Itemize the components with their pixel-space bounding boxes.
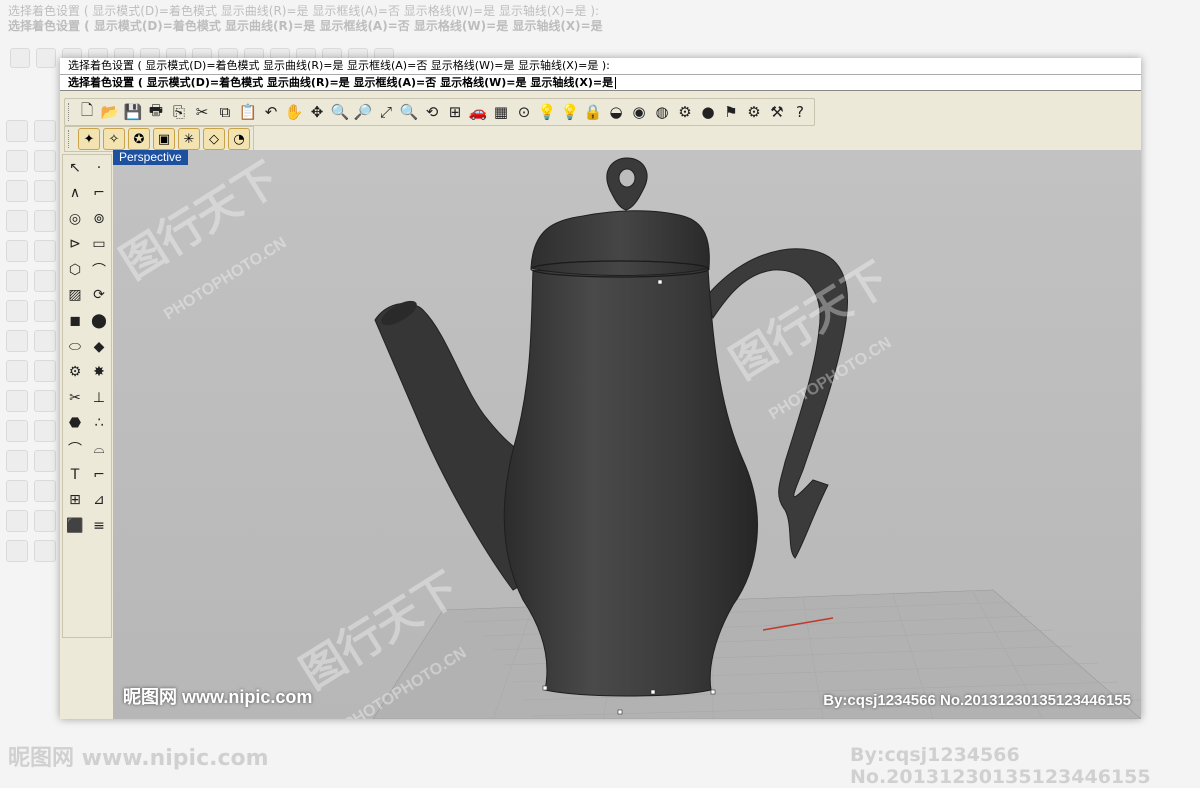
ghost-sidebar-right (34, 120, 56, 562)
solid-edit-icon[interactable]: ⬣ (63, 411, 87, 436)
command-history: 选择着色设置 ( 显示模式(D)=着色模式 显示曲线(R)=是 显示框线(A)=… (60, 58, 1141, 74)
lock-icon[interactable]: 🔒 (582, 101, 604, 123)
box-icon[interactable]: ◼ (63, 309, 87, 334)
select-arrow-icon[interactable]: ↖ (63, 155, 87, 180)
osnap-point-icon[interactable]: ✪ (128, 128, 150, 150)
render-box-icon[interactable]: ⬛ (63, 513, 87, 538)
rectangle-icon[interactable]: ▭ (87, 232, 111, 257)
chamfer-icon[interactable]: ⌓ (87, 437, 111, 462)
material-icon[interactable]: ◒ (605, 101, 627, 123)
ghost-watermark-by: By:cqsj1234566 No.20131230135123446155 (850, 744, 1151, 788)
ghost-watermark-site: 昵图网 www.nipic.com (8, 746, 269, 771)
watermark-author: By:cqsj1234566 No.20131230135123446155 (823, 692, 1131, 709)
rhino-window: 选择着色设置 ( 显示模式(D)=着色模式 显示曲线(R)=是 显示框线(A)=… (60, 58, 1141, 719)
undo-icon[interactable]: ↶ (260, 101, 282, 123)
osnap-toolbar: ✦ ✧ ✪ ▣ ✳ ◇ ◔ (64, 126, 254, 152)
tools-icon[interactable]: ⚒ (766, 101, 788, 123)
osnap-cube-icon[interactable]: ▣ (153, 128, 175, 150)
print-icon[interactable]: 🖶 (145, 101, 167, 123)
open-icon[interactable]: 📂 (99, 101, 121, 123)
flag-icon[interactable]: ⚑ (720, 101, 742, 123)
copy-icon[interactable]: ⧉ (214, 101, 236, 123)
osnap-near-icon[interactable]: ✧ (103, 128, 125, 150)
osnap-end-icon[interactable]: ✦ (78, 128, 100, 150)
zoom-selected-icon[interactable]: 🔍 (398, 101, 420, 123)
text-caret (615, 77, 617, 89)
teapot-lid (530, 210, 710, 276)
render-preview-icon[interactable]: ⚙ (674, 101, 696, 123)
viewport-title[interactable]: Perspective (113, 150, 188, 165)
cut-icon[interactable]: ✂ (191, 101, 213, 123)
pan-hand-icon[interactable]: ✋ (283, 101, 305, 123)
undo-view-icon[interactable]: ⟲ (421, 101, 443, 123)
save-icon[interactable]: 💾 (122, 101, 144, 123)
four-viewports-icon[interactable]: ⊞ (444, 101, 466, 123)
sphere-wire-icon[interactable]: ◍ (651, 101, 673, 123)
text-icon[interactable]: T (63, 462, 87, 487)
cylinder-icon[interactable]: ⬭ (63, 334, 87, 359)
lightbulb-icon[interactable]: 💡 (559, 101, 581, 123)
hatch-icon[interactable]: ≡ (87, 513, 111, 538)
move-view-icon[interactable]: ✥ (306, 101, 328, 123)
brand-watermark-cn: 图行天下 (113, 154, 288, 289)
array-icon[interactable]: ⊞ (63, 488, 87, 513)
import-icon[interactable]: ⎘ (168, 101, 190, 123)
circle-icon[interactable]: ◎ (63, 206, 87, 231)
car-icon[interactable]: 🚗 (467, 101, 489, 123)
help-icon[interactable]: ? (789, 101, 811, 123)
paste-icon[interactable]: 📋 (237, 101, 259, 123)
render-sphere-icon[interactable]: ● (697, 101, 719, 123)
gears-icon[interactable]: ⚙ (743, 101, 765, 123)
dimension-icon[interactable]: ⌐ (87, 462, 111, 487)
curve-icon[interactable]: ⊳ (63, 232, 87, 257)
grid-icon[interactable]: ▦ (490, 101, 512, 123)
watermark-site: 昵图网 www.nipic.com (123, 687, 313, 707)
points-group-icon[interactable]: ∴ (87, 411, 111, 436)
trim-icon[interactable]: ✂ (63, 385, 87, 410)
new-icon[interactable]: 🗋 (76, 101, 98, 123)
osnap-star-icon[interactable]: ✳ (178, 128, 200, 150)
command-prompt-text: 选择着色设置 ( 显示模式(D)=着色模式 显示曲线(R)=是 显示框线(A)=… (68, 76, 614, 89)
fillet-icon[interactable]: ⌒ (63, 437, 87, 462)
viewport-scene: 图行天下 PHOTOPHOTO.CN 图行天下 PHOTOPHOTO.CN 图行… (113, 154, 1141, 719)
main-sidebar-toolbar: ↖ · ∧ ⌐ ◎ ⊚ ⊳ ▭ ⬡ ⌒ ▨ ⟳ ◼ ⬤ ⬭ ◆ ⚙ ✸ ✂ ⊥ ⬣ ∴ ⌒ ⌓ T ⌐ ⊞ ⊿ ⬛ ≡ (62, 154, 112, 638)
control-point-icon[interactable]: ⌐ (87, 181, 111, 206)
explode-icon[interactable]: ✸ (87, 360, 111, 385)
teapot-body (503, 267, 758, 697)
surface-icon[interactable]: ▨ (63, 283, 87, 308)
split-icon[interactable]: ⊥ (87, 385, 111, 410)
zoom-icon[interactable]: 🔍 (329, 101, 351, 123)
polyline-icon[interactable]: ∧ (63, 181, 87, 206)
toolbar-grip[interactable] (68, 103, 72, 121)
toolbar-grip[interactable] (68, 130, 72, 148)
circle-3pt-icon[interactable]: ⊚ (87, 206, 111, 231)
ghost-sidebar-left (6, 120, 28, 562)
color-wheel-icon[interactable]: ◉ (628, 101, 650, 123)
zoom-extents-icon[interactable]: ⤢ (375, 101, 397, 123)
revolve-icon[interactable]: ⟳ (87, 283, 111, 308)
polygon-icon[interactable]: ⬡ (63, 257, 87, 282)
osnap-clock-icon[interactable]: ◔ (228, 128, 250, 150)
lights-icon[interactable]: 💡 (536, 101, 558, 123)
standard-toolbar: 🗋 📂 💾 🖶 ⎘ ✂ ⧉ 📋 ↶ ✋ ✥ 🔍 🔎 ⤢ 🔍 ⟲ ⊞ 🚗 ▦ ⊙ 💡 💡 🔒 ◒ ◉ ◍ ⚙ ● ⚑ ⚙ ⚒? (64, 98, 815, 126)
zoom-window-icon[interactable]: 🔎 (352, 101, 374, 123)
snap-icon[interactable]: ⊙ (513, 101, 535, 123)
analyze-icon[interactable]: ⊿ (87, 488, 111, 513)
osnap-tan-icon[interactable]: ◇ (203, 128, 225, 150)
fillet-curve-icon[interactable]: ⌒ (87, 257, 111, 282)
boolean-icon[interactable]: ⬤ (87, 309, 111, 334)
transform-icon[interactable]: ⚙ (63, 360, 87, 385)
knob-hole (618, 168, 636, 188)
ghost-command-prompt: 选择着色设置 ( 显示模式(D)=着色模式 显示曲线(R)=是 显示框线(A)=… (8, 19, 603, 33)
point-icon[interactable]: · (87, 155, 111, 180)
perspective-viewport[interactable]: 图行天下 PHOTOPHOTO.CN 图行天下 PHOTOPHOTO.CN 图行… (113, 150, 1141, 719)
extrude-icon[interactable]: ◆ (87, 334, 111, 359)
ghost-command-history: 选择着色设置 ( 显示模式(D)=着色模式 显示曲线(R)=是 显示框线(A)=… (8, 4, 600, 18)
command-prompt[interactable]: 选择着色设置 ( 显示模式(D)=着色模式 显示曲线(R)=是 显示框线(A)=… (60, 74, 1141, 91)
